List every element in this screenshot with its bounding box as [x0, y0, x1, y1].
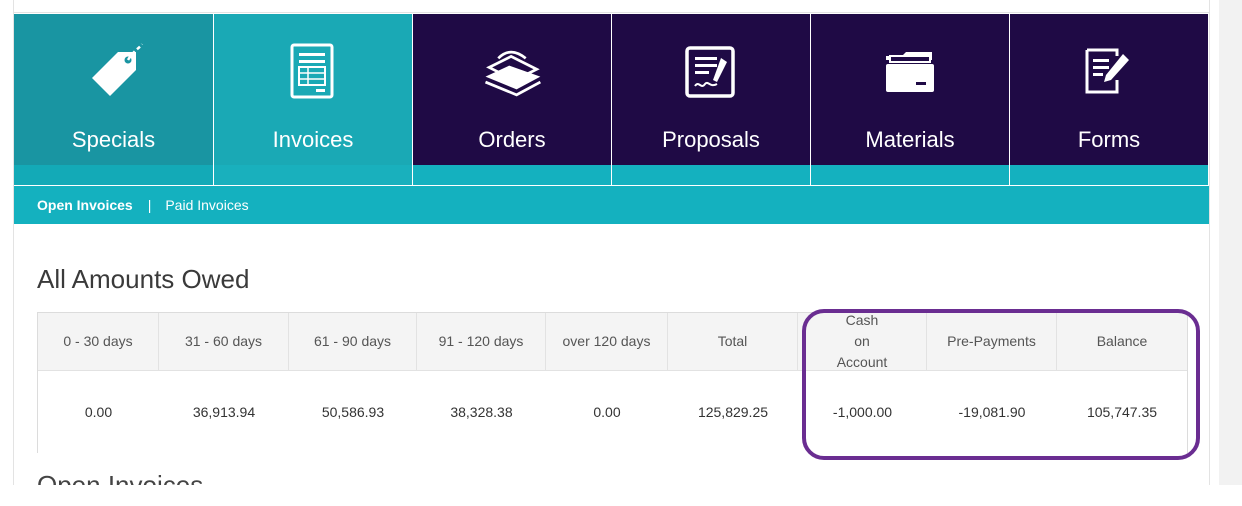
tile-strip [1010, 165, 1208, 185]
tile-label: Forms [1077, 127, 1141, 152]
tile-strip [811, 165, 1009, 185]
header-pre-payments: Pre-Payments [927, 313, 1057, 370]
form-edit-icon [1077, 42, 1141, 102]
tile-strip [612, 165, 810, 185]
value-total: 125,829.25 [697, 404, 769, 420]
header-over-120-days: over 120 days [546, 313, 668, 370]
tile-strip [14, 165, 213, 185]
value-pre-payments: -19,081.90 [958, 404, 1026, 420]
right-gutter [1219, 0, 1242, 485]
tile-forms[interactable]: Forms [1009, 14, 1208, 185]
invoice-document-icon [281, 42, 345, 102]
tile-orders[interactable]: Orders [412, 14, 611, 185]
open-invoices-section-title: Open Invoices [37, 472, 203, 485]
value-balance: 105,747.35 [1086, 404, 1158, 420]
tile-specials[interactable]: Specials [14, 14, 213, 185]
paper-stack-icon [480, 42, 544, 102]
header-cash-on-account: Cash on Account [798, 312, 927, 370]
header-0-30-days: 0 - 30 days [38, 313, 159, 370]
value-61-90-days: 50,586.93 [321, 404, 385, 420]
tile-label: Materials [865, 127, 955, 152]
header-91-120-days: 91 - 120 days [417, 313, 546, 370]
table-row: 0.00 36,913.94 50,586.93 38,328.38 0.00 … [38, 371, 1187, 453]
tile-label: Proposals [662, 127, 760, 152]
header-61-90-days: 61 - 90 days [289, 313, 417, 370]
page-bottom-edge [0, 485, 1242, 506]
value-0-30-days: 0.00 [84, 404, 113, 420]
page-right-border [1209, 0, 1210, 485]
page-top-border [13, 12, 1210, 13]
nav-tiles: Specials Invoices Orders Proposals Mater… [14, 14, 1209, 185]
table-header-row: 0 - 30 days 31 - 60 days 61 - 90 days 91… [38, 312, 1187, 371]
invoice-subnav: Open Invoices | Paid Invoices [14, 186, 1209, 224]
signed-document-icon [679, 42, 743, 102]
open-invoices-link[interactable]: Open Invoices [37, 197, 133, 213]
tile-proposals[interactable]: Proposals [611, 14, 810, 185]
tile-label: Specials [71, 127, 156, 152]
tile-label: Orders [478, 127, 546, 152]
tile-materials[interactable]: Materials [810, 14, 1009, 185]
header-total: Total [668, 313, 798, 370]
tile-invoices[interactable]: Invoices [213, 14, 412, 185]
amounts-owed-table: 0 - 30 days 31 - 60 days 61 - 90 days 91… [37, 312, 1188, 453]
value-over-120-days: 0.00 [593, 404, 621, 420]
tile-strip [214, 165, 412, 185]
value-31-60-days: 36,913.94 [192, 404, 256, 420]
header-balance: Balance [1096, 333, 1148, 349]
tile-strip [413, 165, 611, 185]
value-cash-on-account: -1,000.00 [832, 404, 893, 420]
section-title: All Amounts Owed [37, 264, 250, 294]
folder-icon [878, 42, 942, 102]
open-invoices-title-text: Open Invoices [37, 472, 203, 485]
header-31-60-days: 31 - 60 days [159, 313, 289, 370]
paid-invoices-link[interactable]: Paid Invoices [165, 197, 248, 213]
value-91-120-days: 38,328.38 [450, 404, 513, 420]
price-tag-icon [82, 42, 146, 102]
subnav-separator: | [147, 197, 152, 213]
tile-label: Invoices [272, 127, 354, 152]
